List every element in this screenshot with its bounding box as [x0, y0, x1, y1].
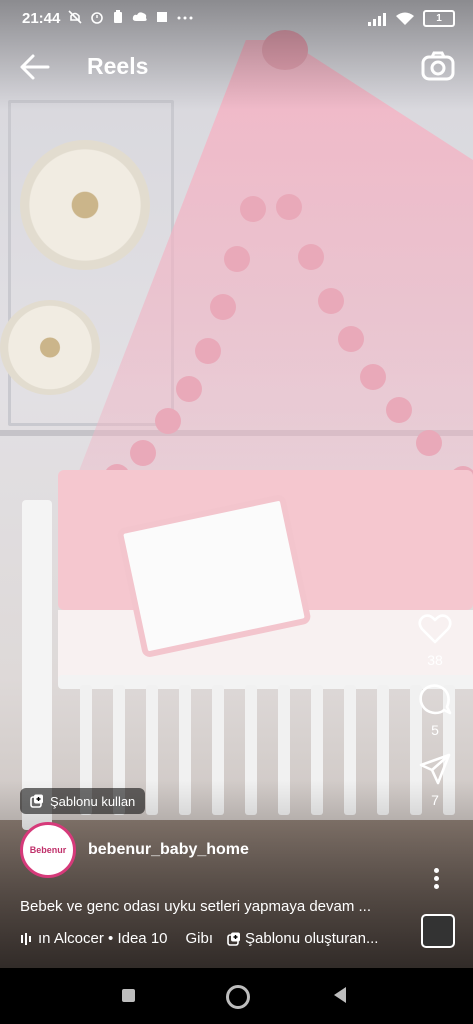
pompom — [360, 364, 386, 390]
wall-flower — [0, 300, 100, 395]
pompom — [155, 408, 181, 434]
signal-icon — [368, 12, 386, 26]
mute-icon — [68, 10, 82, 24]
audio-bars-icon — [21, 932, 31, 945]
recent-apps-button[interactable] — [122, 989, 135, 1002]
share-count: 7 — [431, 792, 439, 808]
username[interactable]: bebenur_baby_home — [88, 841, 249, 859]
dot — [433, 867, 439, 873]
pompom — [224, 246, 250, 272]
home-button[interactable] — [226, 985, 250, 1009]
share-button[interactable]: 7 — [415, 752, 455, 808]
status-time: 21:44 — [22, 10, 61, 27]
audio-row[interactable]: ın Alcocer • Idea 10 Gibı Şablonu oluştu… — [20, 930, 410, 947]
audio-track[interactable]: ın Alcocer • Idea 10 — [38, 930, 168, 947]
status-bar: 21:44 1 — [0, 0, 473, 38]
avatar-logo: Bebenur — [26, 828, 70, 872]
template-icon — [30, 794, 43, 808]
pompom — [276, 194, 302, 220]
dot — [433, 875, 439, 881]
template-icon — [227, 932, 241, 946]
pompom — [130, 440, 156, 466]
more-notifications-icon — [177, 16, 193, 20]
dot — [433, 883, 439, 889]
send-icon — [419, 753, 451, 785]
audio-thumbnail[interactable] — [421, 914, 455, 948]
caption[interactable]: Bebek ve genc odası uyku setleri yapmaya… — [20, 898, 420, 915]
author-row[interactable]: Bebenur bebenur_baby_home — [20, 822, 249, 878]
back-arrow-icon[interactable] — [18, 52, 52, 82]
alarm-icon — [91, 12, 103, 24]
like-count: 38 — [427, 652, 443, 668]
crib — [18, 470, 473, 830]
use-template-label: Şablonu kullan — [50, 793, 136, 809]
heart-icon — [418, 614, 452, 644]
pompom — [240, 196, 266, 222]
comment-button[interactable]: 5 — [415, 682, 455, 738]
avatar[interactable]: Bebenur — [20, 822, 76, 878]
template-creator-link[interactable]: Şablonu oluşturan... — [245, 930, 378, 947]
pompom — [338, 326, 364, 352]
page-title: Reels — [87, 53, 149, 79]
use-template-button[interactable]: Şablonu kullan — [20, 788, 146, 814]
battery-saver-icon — [114, 10, 122, 23]
comment-icon — [419, 684, 452, 715]
wall-flower — [20, 140, 150, 270]
reels-header: Reels — [0, 44, 473, 90]
pompom — [176, 376, 202, 402]
audio-separator-text: Gibı — [185, 930, 214, 947]
reel-actions: 38 5 7 — [415, 612, 455, 822]
pompom — [318, 288, 344, 314]
square-icon — [157, 12, 167, 22]
system-nav-bar — [0, 968, 473, 1024]
pompom — [416, 430, 442, 456]
cloud-icon — [132, 12, 147, 21]
wifi-icon — [396, 12, 414, 25]
camera-icon[interactable] — [421, 50, 455, 82]
more-options-icon[interactable] — [425, 864, 447, 892]
system-icons: 1 — [367, 10, 455, 27]
pompom — [195, 338, 221, 364]
reels-screen: 21:44 1 Reels 38 5 7 Şablonu kullan Bebe… — [0, 0, 473, 1024]
back-button[interactable] — [334, 987, 346, 1003]
notification-icons — [68, 10, 194, 24]
like-button[interactable]: 38 — [415, 612, 455, 668]
pompom — [210, 294, 236, 320]
pompom — [386, 397, 412, 423]
pompom — [298, 244, 324, 270]
battery-icon: 1 — [423, 10, 455, 27]
comment-count: 5 — [431, 722, 439, 738]
